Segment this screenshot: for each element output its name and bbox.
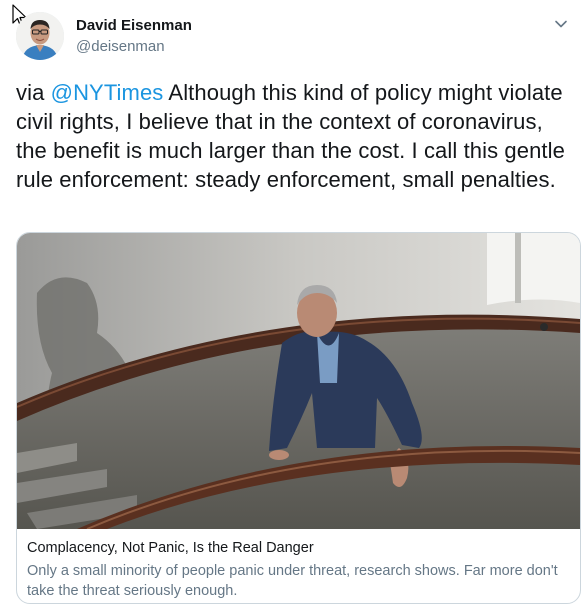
tweet-prefix: via <box>16 80 51 105</box>
chevron-down-icon[interactable] <box>553 16 569 32</box>
card-description: Only a small minority of people panic un… <box>27 563 558 599</box>
author-name[interactable]: David Eisenman <box>76 17 192 34</box>
mention-link[interactable]: @NYTimes <box>51 80 164 105</box>
avatar[interactable] <box>16 12 64 60</box>
article-photo <box>17 233 580 529</box>
card-title: Complacency, Not Panic, Is the Real Dang… <box>27 540 314 556</box>
link-card[interactable]: Complacency, Not Panic, Is the Real Dang… <box>16 232 581 604</box>
author-handle[interactable]: @deisenman <box>76 38 165 55</box>
tweet-text: via @NYTimes Although this kind of polic… <box>16 78 566 194</box>
user-avatar-icon <box>16 12 64 60</box>
